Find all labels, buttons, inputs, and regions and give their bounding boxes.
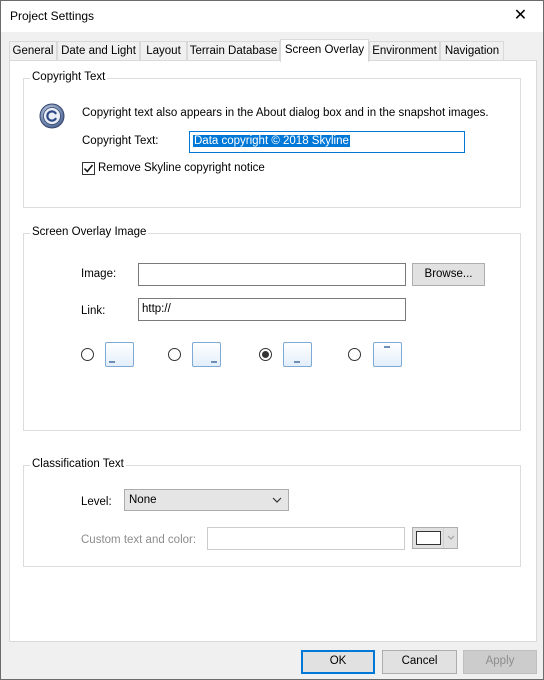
color-picker[interactable] (412, 527, 458, 549)
copyright-text-label: Copyright Text: (82, 135, 159, 147)
link-label: Link: (81, 305, 106, 317)
chevron-down-icon (443, 528, 457, 548)
copyright-text-value: Data copyright © 2018 Skyline (193, 135, 350, 147)
bottom-right-position-icon (192, 342, 221, 367)
level-select-value: None (129, 494, 157, 506)
top-center-position-icon (373, 342, 402, 367)
position-bottom-right-radio[interactable] (168, 348, 181, 361)
tab-terrain-database[interactable]: Terrain Database (187, 41, 280, 61)
screen-overlay-image-group: Screen Overlay Image Image: Browse... Li… (23, 226, 521, 431)
image-path-input[interactable] (138, 263, 406, 286)
classification-group: Classification Text Level: None Custom t… (23, 458, 521, 567)
copyright-text-input[interactable]: Data copyright © 2018 Skyline (189, 131, 465, 153)
apply-button[interactable]: Apply (463, 650, 537, 674)
close-icon[interactable]: ✕ (498, 1, 543, 32)
copyright-group-label: Copyright Text (30, 71, 108, 83)
tab-navigation[interactable]: Navigation (440, 41, 504, 61)
bottom-left-position-icon (105, 342, 134, 367)
remove-copyright-label[interactable]: Remove Skyline copyright notice (98, 162, 265, 174)
custom-text-input[interactable] (207, 527, 405, 550)
tab-general[interactable]: General (9, 41, 57, 61)
level-label: Level: (81, 496, 112, 508)
bottom-center-position-icon (283, 342, 312, 367)
browse-button[interactable]: Browse... (412, 263, 485, 286)
position-bottom-center-radio[interactable] (259, 348, 272, 361)
tab-environment[interactable]: Environment (369, 41, 440, 61)
tab-screen-overlay[interactable]: Screen Overlay (280, 39, 369, 62)
level-select[interactable]: None (124, 489, 289, 511)
image-label: Image: (81, 268, 117, 280)
title-bar: Project Settings ✕ (1, 1, 543, 32)
project-settings-dialog: Project Settings ✕ General Date and Ligh… (0, 0, 544, 680)
remove-copyright-checkbox[interactable] (82, 162, 95, 175)
classification-group-label: Classification Text (30, 458, 126, 470)
ok-button[interactable]: OK (301, 650, 375, 674)
link-input[interactable]: http:// (138, 298, 406, 321)
color-swatch (416, 531, 441, 545)
tab-strip: General Date and Light Layout Terrain Da… (9, 39, 537, 62)
screen-overlay-image-group-label: Screen Overlay Image (30, 226, 149, 238)
position-top-center-radio[interactable] (348, 348, 361, 361)
position-bottom-left-radio[interactable] (81, 348, 94, 361)
checkmark-icon (83, 164, 94, 173)
copyright-info-text: Copyright text also appears in the About… (82, 107, 489, 119)
cancel-button[interactable]: Cancel (382, 650, 457, 674)
tab-date-and-light[interactable]: Date and Light (57, 41, 140, 61)
chevron-down-icon (272, 490, 282, 518)
screen-overlay-panel: Copyright Text Copyright text also appea… (9, 60, 537, 642)
window-title: Project Settings (10, 9, 95, 23)
custom-text-color-label: Custom text and color: (81, 534, 197, 546)
copyright-icon (39, 103, 65, 129)
tab-layout[interactable]: Layout (140, 41, 187, 61)
copyright-group: Copyright Text Copyright text also appea… (23, 71, 521, 208)
